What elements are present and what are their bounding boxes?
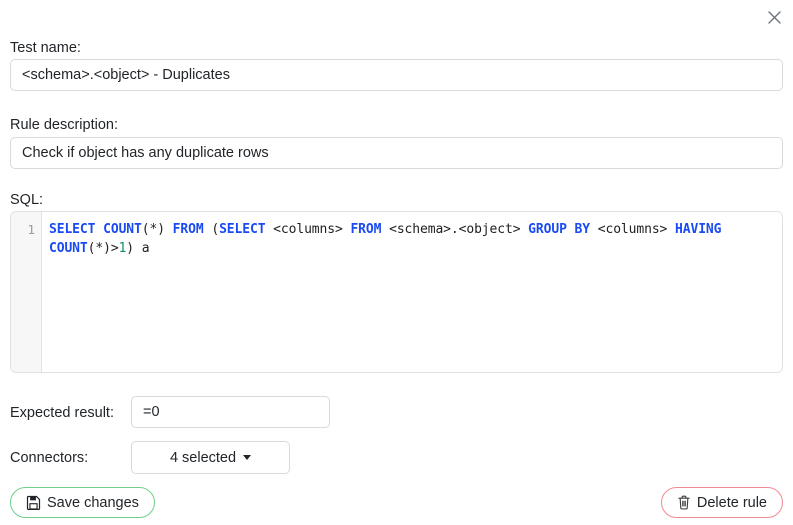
expected-result-label: Expected result: bbox=[10, 405, 114, 421]
rule-description-label: Rule description: bbox=[10, 117, 118, 133]
expected-result-input[interactable] bbox=[131, 396, 330, 428]
connectors-selected-text: 4 selected bbox=[170, 450, 236, 466]
test-name-label: Test name: bbox=[10, 40, 81, 56]
sql-label: SQL: bbox=[10, 192, 43, 208]
save-icon bbox=[26, 495, 41, 510]
connectors-dropdown[interactable]: 4 selected bbox=[131, 441, 290, 474]
sql-gutter: 1 bbox=[11, 212, 42, 372]
rule-description-input[interactable] bbox=[10, 137, 783, 169]
sql-code-area[interactable]: SELECT COUNT(*) FROM (SELECT <columns> F… bbox=[42, 212, 782, 372]
sql-line-number: 1 bbox=[11, 220, 35, 239]
edit-rule-dialog: Test name: Rule description: SQL: 1 SELE… bbox=[0, 0, 793, 525]
delete-rule-label: Delete rule bbox=[697, 495, 767, 511]
delete-rule-button[interactable]: Delete rule bbox=[661, 487, 783, 518]
save-changes-button[interactable]: Save changes bbox=[10, 487, 155, 518]
close-button[interactable] bbox=[761, 4, 787, 30]
sql-editor[interactable]: 1 SELECT COUNT(*) FROM (SELECT <columns>… bbox=[10, 211, 783, 373]
trash-icon bbox=[677, 495, 691, 510]
save-changes-label: Save changes bbox=[47, 495, 139, 511]
close-icon bbox=[768, 11, 781, 24]
chevron-down-icon bbox=[243, 455, 251, 460]
test-name-input[interactable] bbox=[10, 59, 783, 91]
connectors-label: Connectors: bbox=[10, 450, 88, 466]
